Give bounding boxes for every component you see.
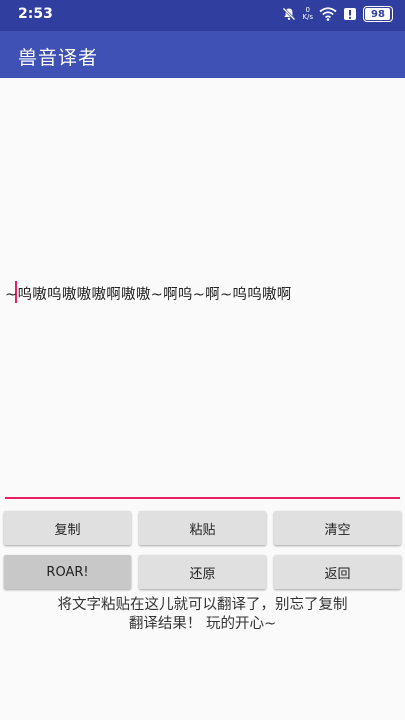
app-bar: 兽音译者	[0, 31, 405, 78]
network-speed-unit: K/s	[302, 13, 313, 21]
clear-button[interactable]: 清空	[274, 511, 401, 545]
restore-button[interactable]: 还原	[139, 555, 266, 589]
notifications-off-icon	[282, 7, 296, 21]
input-underline	[5, 497, 400, 499]
back-button[interactable]: 返回	[274, 555, 401, 589]
copy-button[interactable]: 复制	[4, 511, 131, 545]
status-time: 2:53	[18, 6, 53, 22]
translation-text: ~呜嗷呜嗷嗷嗷啊嗷嗷~啊呜~啊~呜呜嗷啊	[5, 287, 292, 303]
status-icons: 0 K/s 98	[282, 6, 393, 22]
status-bar: 2:53 0 K/s 98	[0, 0, 405, 31]
hint-line-1: 将文字粘贴在这儿就可以翻译了，别忘了复制	[57, 597, 348, 613]
hint-text: 将文字粘贴在这儿就可以翻译了，别忘了复制 翻译结果！ 玩的开心~	[0, 596, 405, 634]
battery-level: 98	[371, 8, 385, 20]
app-title: 兽音译者	[18, 47, 99, 69]
network-speed: 0 K/s	[302, 7, 313, 21]
alert-icon	[343, 7, 357, 21]
wifi-icon	[319, 7, 337, 21]
battery-icon: 98	[363, 6, 393, 22]
roar-button[interactable]: ROAR!	[4, 555, 131, 589]
hint-line-2: 翻译结果！ 玩的开心~	[128, 616, 277, 632]
translation-input[interactable]: ~呜嗷呜嗷嗷嗷啊嗷嗷~啊呜~啊~呜呜嗷啊	[5, 78, 400, 498]
paste-button[interactable]: 粘贴	[139, 511, 266, 545]
